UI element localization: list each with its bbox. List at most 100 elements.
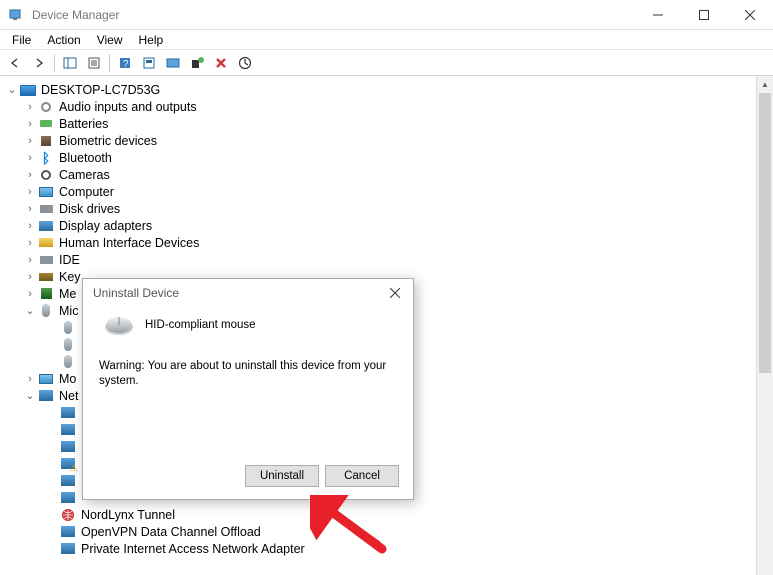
tree-item-label: Me [58,287,76,301]
network-adapter-icon [60,473,76,489]
tree-item-label: Human Interface Devices [58,236,199,250]
tree-category[interactable]: › Disk drives [0,200,773,217]
window-title: Device Manager [32,8,635,22]
dialog-title: Uninstall Device [93,286,381,300]
tree-category[interactable]: › Batteries [0,115,773,132]
tree-category[interactable]: ›IDE [0,251,773,268]
tree-item-label: Computer [58,185,114,199]
network-adapter-icon [60,524,76,540]
collapse-icon[interactable]: ⌄ [22,389,38,402]
maximize-button[interactable] [681,0,727,30]
uninstall-button[interactable]: Uninstall [245,465,319,487]
uninstall-device-dialog: Uninstall Device HID-compliant mouse War… [82,278,414,500]
dialog-close-button[interactable] [381,281,409,305]
computer-icon [38,184,54,200]
tree-category[interactable]: ›ᛒBluetooth [0,149,773,166]
scan-hardware-button[interactable] [162,52,184,74]
network-icon [38,388,54,404]
dialog-device-row: HID-compliant mouse [99,313,397,337]
mouse-icon [60,354,76,370]
dialog-body: HID-compliant mouse Warning: You are abo… [83,307,413,395]
tree-root[interactable]: ⌄ DESKTOP-LC7D53G [0,81,773,98]
expand-icon[interactable]: › [22,288,38,300]
back-button[interactable] [4,52,26,74]
collapse-icon[interactable]: ⌄ [22,304,38,317]
fingerprint-icon [38,133,54,149]
toolbar-separator [54,54,55,72]
expand-icon[interactable]: › [22,203,38,215]
mouse-icon [60,320,76,336]
tree-item-label: OpenVPN Data Channel Offload [80,525,261,539]
update-driver-button[interactable] [234,52,256,74]
menubar: File Action View Help [0,30,773,50]
uninstall-button[interactable] [210,52,232,74]
dialog-warning-text: Warning: You are about to uninstall this… [99,359,397,389]
tree-category[interactable]: › Computer [0,183,773,200]
vertical-scrollbar[interactable]: ▲ [756,76,773,575]
tree-item-label: NordLynx Tunnel [80,508,175,522]
scroll-up-button[interactable]: ▲ [757,76,773,93]
mouse-icon [38,303,54,319]
tree-category[interactable]: › Human Interface Devices [0,234,773,251]
add-device-button[interactable] [186,52,208,74]
help-button[interactable]: ? [114,52,136,74]
expand-icon[interactable]: › [22,237,38,249]
ide-icon [38,252,54,268]
forward-button[interactable] [28,52,50,74]
tree-device[interactable]: Private Internet Access Network Adapter [0,540,773,557]
tree-category[interactable]: › Audio inputs and outputs [0,98,773,115]
expand-icon[interactable]: › [22,271,38,283]
keyboard-icon [38,269,54,285]
network-adapter-warn-icon [60,456,76,472]
menu-help[interactable]: Help [131,31,172,49]
tree-category[interactable]: ›Cameras [0,166,773,183]
dialog-device-name: HID-compliant mouse [145,319,256,331]
network-adapter-icon [60,405,76,421]
expand-icon[interactable]: › [22,169,38,181]
tree-category[interactable]: ›Biometric devices [0,132,773,149]
menu-action[interactable]: Action [39,31,88,49]
cancel-button[interactable]: Cancel [325,465,399,487]
close-button[interactable] [727,0,773,30]
expand-icon[interactable]: › [22,186,38,198]
mouse-large-icon [103,313,135,337]
expand-icon[interactable]: › [22,118,38,130]
collapse-icon[interactable]: ⌄ [4,83,20,96]
memory-icon [38,286,54,302]
expand-icon[interactable]: › [22,135,38,147]
device-manager-icon [8,7,24,23]
expand-icon[interactable]: › [22,101,38,113]
tree-device[interactable]: NordLynx Tunnel [0,506,773,523]
network-adapter-icon [60,439,76,455]
camera-icon [38,167,54,183]
expand-icon[interactable]: › [22,373,38,385]
network-adapter-icon [60,541,76,557]
expand-icon[interactable]: › [22,220,38,232]
properties-button[interactable] [83,52,105,74]
toolbar-separator [109,54,110,72]
expand-icon[interactable]: › [22,254,38,266]
globe-red-icon [60,507,76,523]
tree-item-label: Disk drives [58,202,120,216]
tree-category[interactable]: › Display adapters [0,217,773,234]
show-hide-tree-button[interactable] [59,52,81,74]
menu-file[interactable]: File [4,31,39,49]
action-button[interactable] [138,52,160,74]
computer-icon [20,82,36,98]
tree-root-label: DESKTOP-LC7D53G [40,83,160,97]
dialog-titlebar[interactable]: Uninstall Device [83,279,413,307]
minimize-button[interactable] [635,0,681,30]
tree-item-label: Batteries [58,117,108,131]
display-icon [38,218,54,234]
scroll-thumb[interactable] [759,93,771,373]
tree-item-label: Audio inputs and outputs [58,100,197,114]
svg-text:?: ? [123,59,129,70]
toolbar: ? [0,50,773,76]
expand-icon[interactable]: › [22,152,38,164]
menu-view[interactable]: View [89,31,131,49]
tree-item-label: Private Internet Access Network Adapter [80,542,305,556]
tree-item-label: Net [58,389,78,403]
battery-icon [38,116,54,132]
tree-device[interactable]: OpenVPN Data Channel Offload [0,523,773,540]
tree-item-label: Display adapters [58,219,152,233]
